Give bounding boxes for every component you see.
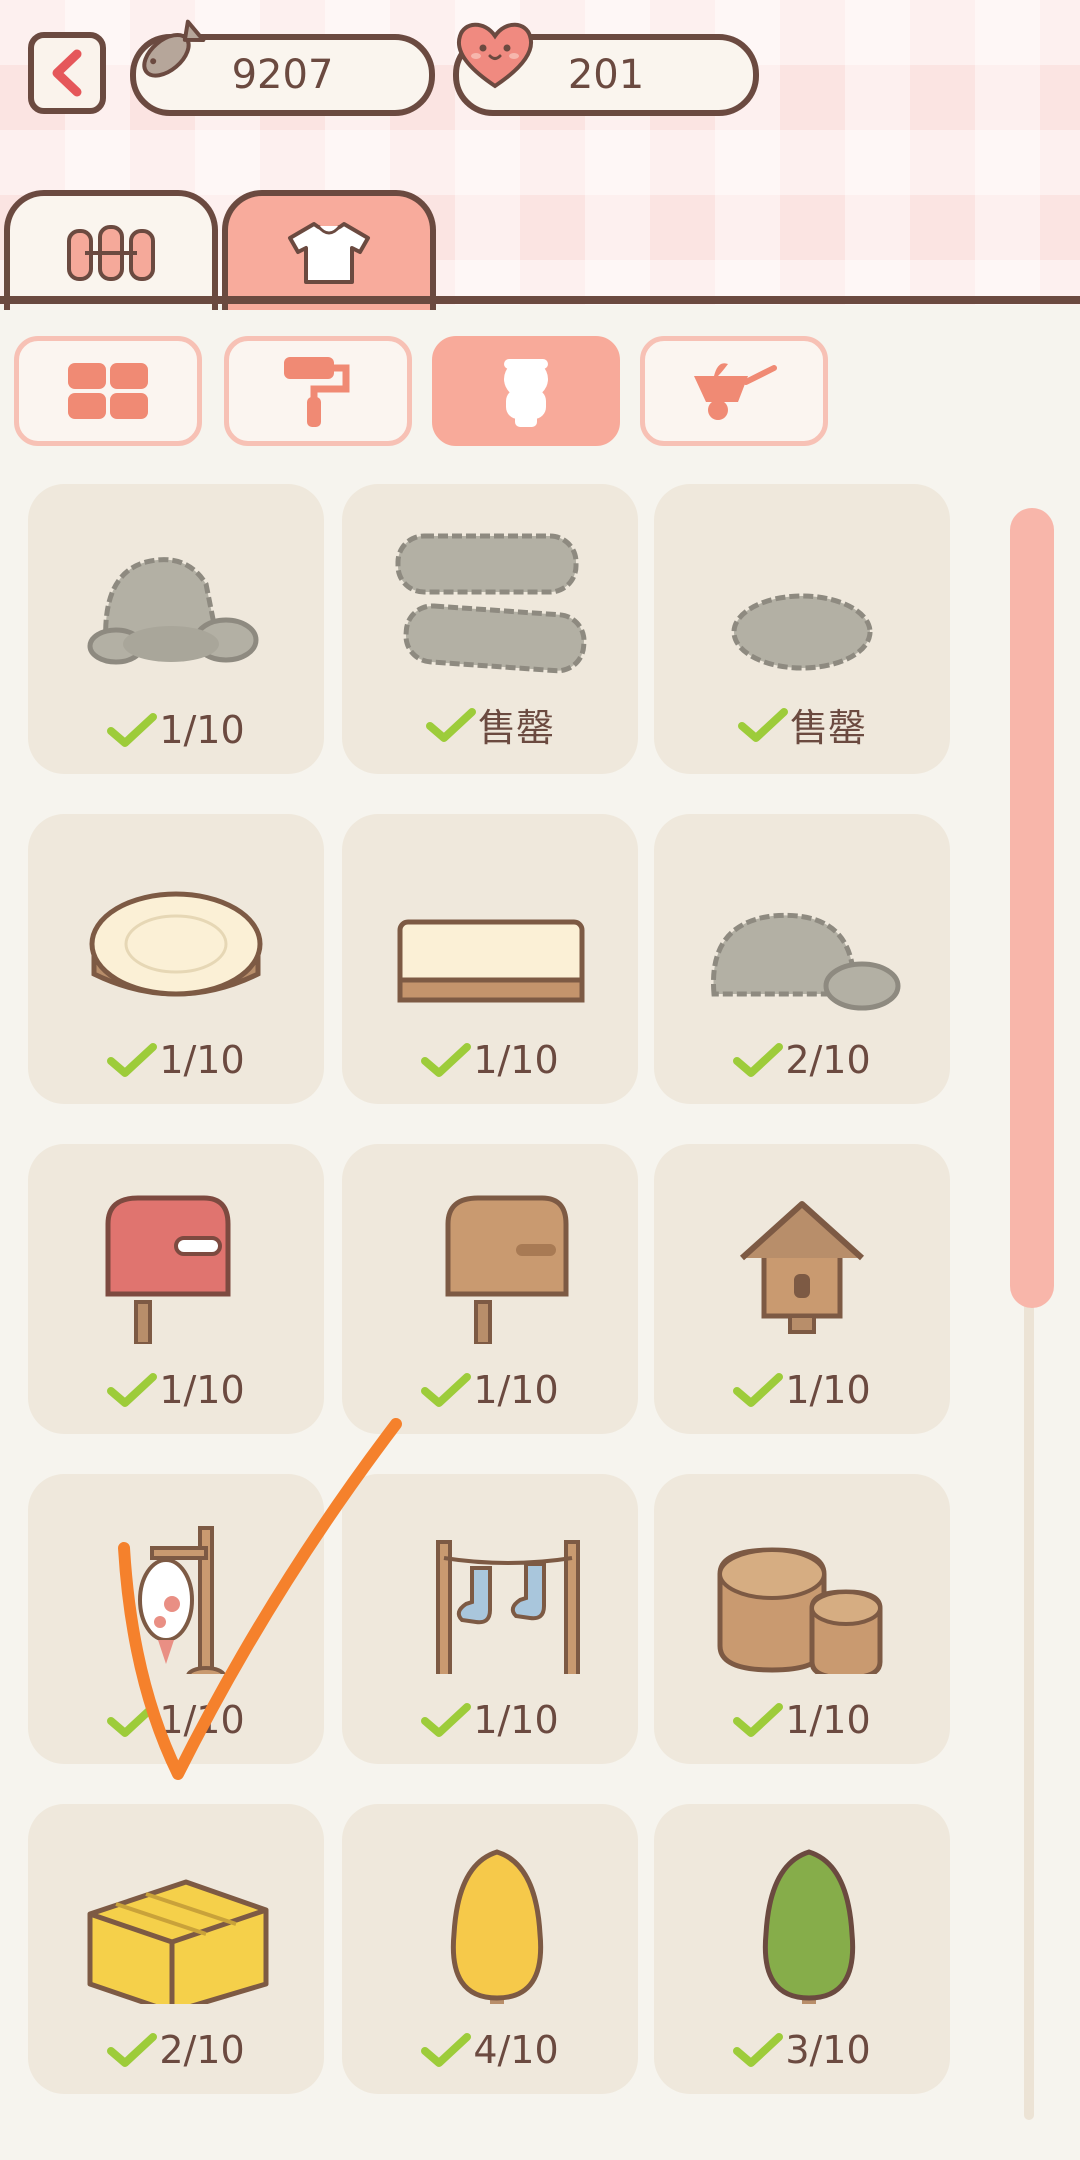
tree-stump-image	[89, 891, 263, 997]
check-icon	[107, 713, 158, 747]
wooden-mailbox-image	[445, 1195, 569, 1344]
item-count: 1/10	[342, 1038, 638, 1082]
fence-icon	[67, 225, 155, 281]
item-count: 3/10	[654, 2028, 950, 2072]
boulder-image	[710, 912, 901, 1011]
birdhouse-image	[739, 1201, 865, 1334]
grid-icon	[68, 363, 148, 419]
paint-roller-icon	[284, 357, 350, 427]
sock-clothesline-image	[436, 1540, 580, 1674]
category-all[interactable]	[14, 336, 202, 446]
item-card-yellow-tree[interactable]: 4/10	[342, 1804, 638, 2094]
item-count: 1/10	[28, 1368, 324, 1412]
item-card-wooden-mailbox[interactable]: 1/10	[342, 1144, 638, 1434]
heart-count: 201	[567, 52, 645, 98]
heart-icon	[457, 22, 533, 89]
check-icon	[733, 1373, 784, 1407]
wooden-barrels-image	[717, 1547, 883, 1674]
chevron-left-icon	[52, 49, 82, 97]
category-decor[interactable]	[432, 336, 620, 446]
yellow-tree-image	[450, 1849, 544, 2004]
item-card-birdhouse[interactable]: 1/10	[654, 1144, 950, 1434]
check-icon	[107, 1373, 158, 1407]
item-count: 1/10	[28, 1038, 324, 1082]
figure-icon	[504, 359, 548, 427]
green-tree-image	[762, 1849, 856, 2004]
item-count: 2/10	[654, 1038, 950, 1082]
rock-pile-image	[87, 557, 259, 665]
item-count: 1/10	[654, 1368, 950, 1412]
lantern-post-image	[138, 1526, 226, 1674]
item-card-red-mailbox[interactable]: 1/10	[28, 1144, 324, 1434]
category-garden[interactable]	[640, 336, 828, 446]
hay-bale-image	[87, 1879, 269, 2004]
item-card-lantern-post[interactable]: 1/10	[28, 1474, 324, 1764]
item-card-tree-stump[interactable]: 1/10	[28, 814, 324, 1104]
item-count: 4/10	[342, 2028, 638, 2072]
category-paint[interactable]	[224, 336, 412, 446]
item-count: 1/10	[28, 708, 324, 752]
tab-clothing[interactable]	[222, 190, 436, 310]
stone-slabs-image	[395, 533, 587, 674]
wheelbarrow-icon	[694, 363, 777, 420]
item-card-hay-bale[interactable]: 2/10	[28, 1804, 324, 2094]
check-icon	[107, 1043, 158, 1077]
item-card-boulder[interactable]: 2/10	[654, 814, 950, 1104]
item-count: 1/10	[342, 1368, 638, 1412]
back-button[interactable]	[28, 32, 106, 114]
tab-divider	[0, 296, 1080, 304]
item-card-flat-stone[interactable]: 售罄	[654, 484, 950, 774]
tab-fences[interactable]	[4, 190, 218, 310]
check-icon	[737, 707, 788, 742]
item-card-sock-clothesline[interactable]: 1/10	[342, 1474, 638, 1764]
item-count: 1/10	[654, 1698, 950, 1742]
item-card-wooden-barrels[interactable]: 1/10	[654, 1474, 950, 1764]
item-count: 1/10	[342, 1698, 638, 1742]
item-count: 2/10	[28, 2028, 324, 2072]
fish-count: 9207	[231, 52, 334, 98]
check-icon	[733, 2033, 784, 2067]
check-icon	[421, 1043, 472, 1077]
check-icon	[421, 1703, 472, 1737]
wood-plank-image	[397, 919, 585, 1003]
check-icon	[425, 707, 476, 742]
check-icon	[107, 1703, 158, 1737]
check-icon	[733, 1043, 784, 1077]
check-icon	[421, 1373, 472, 1407]
check-icon	[733, 1703, 784, 1737]
item-card-green-tree[interactable]: 3/10	[654, 1804, 950, 2094]
item-card-stone-slabs[interactable]: 售罄	[342, 484, 638, 774]
item-card-wood-plank[interactable]: 1/10	[342, 814, 638, 1104]
item-card-rock-pile[interactable]: 1/10	[28, 484, 324, 774]
check-icon	[421, 2033, 472, 2067]
fish-icon	[142, 19, 206, 78]
item-count: 1/10	[28, 1698, 324, 1742]
shirt-icon	[288, 222, 370, 284]
item-count: 售罄	[654, 697, 950, 752]
scrollbar-thumb[interactable]	[1010, 508, 1054, 1308]
flat-stone-image	[731, 593, 873, 671]
item-count: 售罄	[342, 697, 638, 752]
red-mailbox-image	[105, 1195, 231, 1344]
check-icon	[107, 2033, 158, 2067]
